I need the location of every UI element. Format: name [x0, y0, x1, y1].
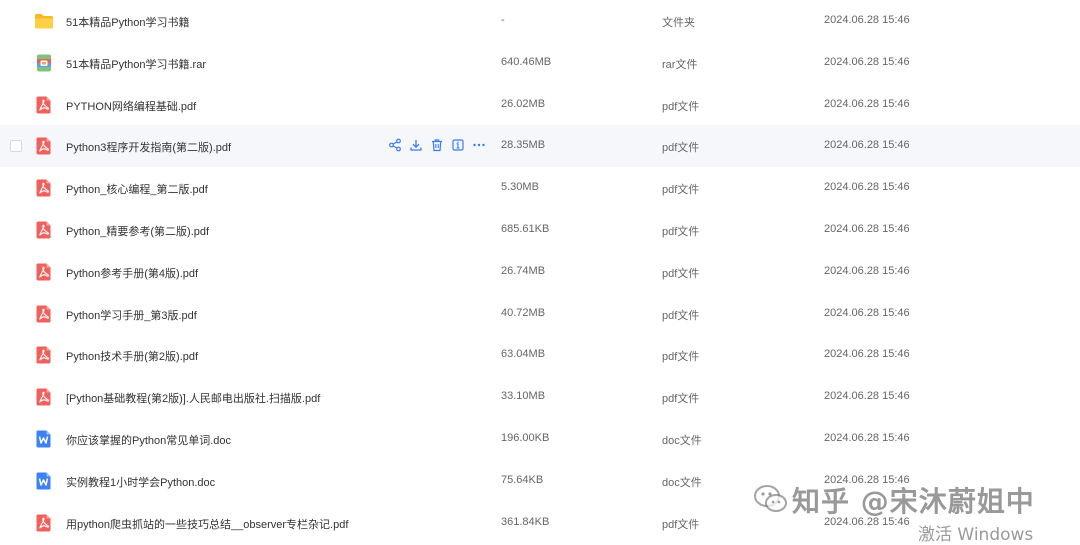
pdf-icon: [34, 513, 54, 533]
file-row[interactable]: 51本精品Python学习书籍.rar 640.46MB rar文件 2024.06.…: [0, 42, 1080, 84]
file-type: rar文件: [662, 58, 698, 71]
file-name[interactable]: Python参考手册(第4版).pdf: [66, 265, 198, 281]
doc-icon: [34, 429, 54, 449]
file-size: 640.46MB: [501, 55, 552, 68]
file-size: 361.84KB: [501, 515, 550, 528]
file-date: 2024.06.28 15:46: [824, 306, 910, 319]
file-type: doc文件: [662, 476, 702, 489]
file-name[interactable]: 实例教程1小时学会Python.doc: [66, 474, 215, 490]
file-date: 2024.06.28 15:46: [824, 348, 910, 361]
share-icon[interactable]: [388, 138, 402, 152]
more-icon[interactable]: [472, 138, 486, 152]
file-name[interactable]: Python_精要参考(第二版).pdf: [66, 223, 209, 239]
file-type: 文件夹: [662, 17, 695, 29]
file-date: 2024.06.28 15:46: [824, 181, 910, 194]
file-size: 63.04MB: [501, 348, 546, 361]
pdf-icon: [34, 262, 54, 282]
file-date: 2024.06.28 15:46: [824, 473, 910, 486]
pdf-icon: [34, 136, 54, 156]
download-icon[interactable]: [409, 138, 423, 152]
file-row[interactable]: Python学习手册_第3版.pdf 40.72MB pdf文件 2024.06.28…: [0, 293, 1080, 335]
file-name[interactable]: [Python基础教程(第2版)].人民邮电出版社.扫描版.pdf: [66, 390, 320, 406]
file-date: 2024.06.28 15:46: [824, 14, 910, 26]
file-row[interactable]: Python参考手册(第4版).pdf 26.74MB pdf文件 2024.06.2…: [0, 251, 1080, 293]
file-type: pdf文件: [662, 351, 700, 364]
file-type: pdf文件: [662, 226, 700, 238]
file-size: 40.72MB: [501, 306, 546, 319]
file-name[interactable]: 用python爬虫抓站的一些技巧总结__observer专栏杂记.pdf: [66, 516, 348, 532]
file-date: 2024.06.28 15:46: [824, 97, 910, 110]
file-name[interactable]: Python学习手册_第3版.pdf: [66, 307, 197, 323]
file-date: 2024.06.28 15:46: [824, 390, 910, 403]
file-name[interactable]: 51本精品Python学习书籍: [66, 14, 189, 30]
file-size: 75.64KB: [501, 473, 544, 486]
rar-icon: [34, 53, 54, 73]
file-date: 2024.06.28 15:46: [824, 139, 910, 152]
file-name[interactable]: 你应该掌握的Python常见单词.doc: [66, 432, 231, 448]
pdf-icon: [34, 345, 54, 365]
file-type: pdf文件: [662, 267, 700, 280]
pdf-icon: [34, 304, 54, 324]
file-row[interactable]: Python技术手册(第2版).pdf 63.04MB pdf文件 2024.06.2…: [0, 334, 1080, 376]
folder-icon: [34, 11, 54, 31]
file-type: pdf文件: [662, 184, 700, 197]
file-name[interactable]: Python_核心编程_第二版.pdf: [66, 181, 208, 197]
activation-notice: 激活 Windows: [918, 525, 1034, 545]
file-type: doc文件: [662, 435, 702, 447]
file-date: 2024.06.28 15:46: [824, 515, 910, 528]
doc-icon: [34, 471, 54, 491]
file-type: pdf文件: [662, 393, 700, 406]
pdf-icon: [34, 387, 54, 407]
file-row[interactable]: 你应该掌握的Python常见单词.doc 196.00KB doc文件 2024.06…: [0, 418, 1080, 460]
file-size: 26.02MB: [501, 97, 546, 110]
file-name[interactable]: PYTHON网络编程基础.pdf: [66, 98, 196, 114]
file-name[interactable]: 51本精品Python学习书籍.rar: [66, 56, 206, 72]
file-size: 196.00KB: [501, 432, 550, 444]
file-size: 28.35MB: [501, 139, 546, 152]
file-date: 2024.06.28 15:46: [824, 223, 910, 235]
file-type: pdf文件: [662, 100, 700, 113]
row-checkbox[interactable]: [10, 140, 22, 153]
file-row[interactable]: 51本精品Python学习书籍 - 文件夹 2024.06.28 15:46: [0, 0, 1080, 42]
file-date: 2024.06.28 15:46: [824, 264, 910, 277]
file-type: pdf文件: [662, 142, 700, 155]
file-size: 685.61KB: [501, 223, 550, 235]
pdf-icon: [34, 220, 54, 240]
file-row[interactable]: PYTHON网络编程基础.pdf 26.02MB pdf文件 2024.06.28 1…: [0, 84, 1080, 126]
file-type: pdf文件: [662, 518, 700, 531]
file-row[interactable]: Python3程序开发指南(第二版).pdf 28.35MB pdf文件 2024.0…: [0, 125, 1080, 168]
file-date: 2024.06.28 15:46: [824, 55, 910, 68]
file-size: -: [501, 14, 505, 26]
file-size: 33.10MB: [501, 390, 546, 403]
file-name[interactable]: Python3程序开发指南(第二版).pdf: [66, 139, 231, 155]
pdf-icon: [34, 95, 54, 115]
file-list: 51本精品Python学习书籍 - 文件夹 2024.06.28 15:46 51本精品…: [0, 0, 1080, 545]
file-date: 2024.06.28 15:46: [824, 432, 910, 444]
file-name[interactable]: Python技术手册(第2版).pdf: [66, 348, 198, 364]
file-row[interactable]: Python_精要参考(第二版).pdf 685.61KB pdf文件 2024.06…: [0, 209, 1080, 251]
delete-icon[interactable]: [430, 138, 444, 152]
file-type: pdf文件: [662, 309, 700, 322]
file-row[interactable]: Python_核心编程_第二版.pdf 5.30MB pdf文件 2024.06.28…: [0, 167, 1080, 209]
info-icon[interactable]: [451, 138, 465, 152]
pdf-icon: [34, 178, 54, 198]
file-size: 26.74MB: [501, 264, 546, 277]
file-row[interactable]: [Python基础教程(第2版)].人民邮电出版社.扫描版.pdf 33.10MB…: [0, 376, 1080, 418]
file-size: 5.30MB: [501, 181, 539, 194]
file-row[interactable]: 实例教程1小时学会Python.doc 75.64KB doc文件 2024.06.2…: [0, 460, 1080, 502]
